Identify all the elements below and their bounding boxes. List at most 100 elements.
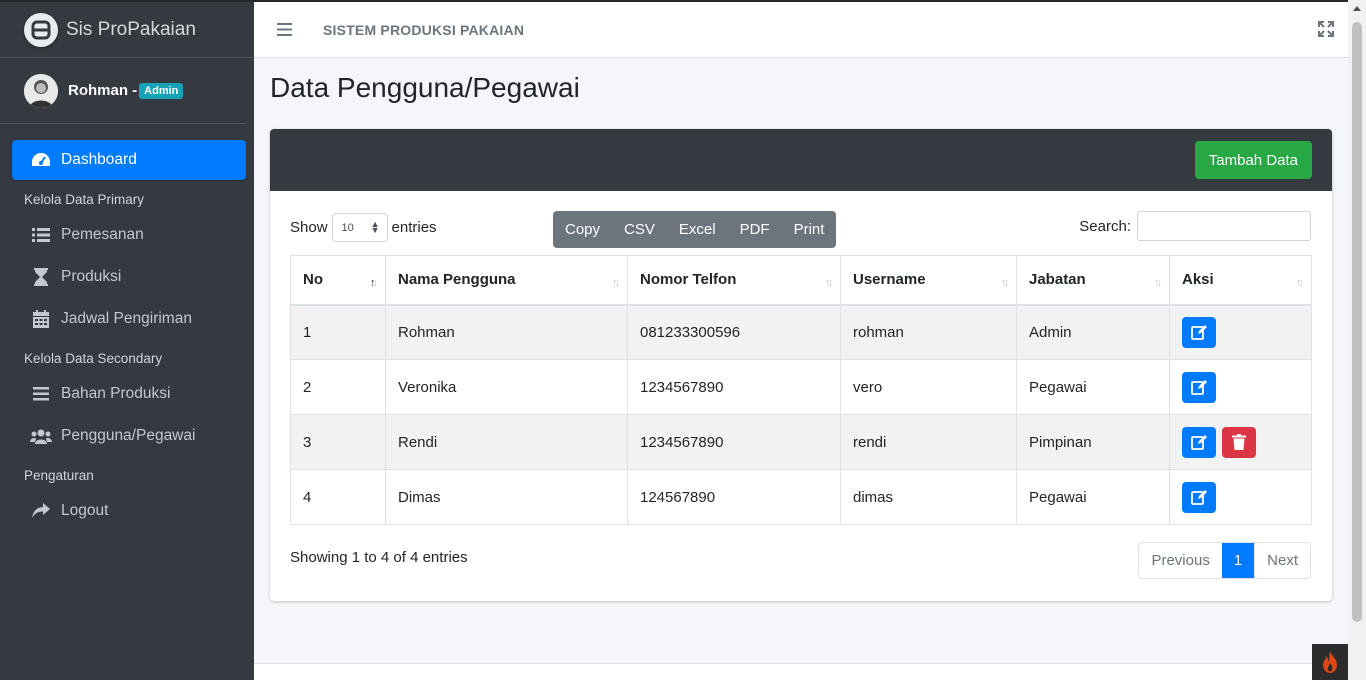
edit-icon	[1191, 325, 1207, 341]
sidebar-item-pemesanan[interactable]: Pemesanan	[12, 215, 246, 255]
edit-button[interactable]	[1182, 426, 1216, 458]
column-header-username[interactable]: Username ↑↓	[840, 255, 1017, 306]
export-button-group: Copy CSV Excel PDF Print	[553, 211, 837, 248]
edit-button[interactable]	[1182, 316, 1216, 348]
scroll-up-icon[interactable]	[1353, 6, 1361, 11]
hourglass-icon	[30, 267, 52, 287]
cell-telfon: 124567890	[627, 469, 841, 525]
cell-username: dimas	[840, 469, 1017, 525]
pagination: Previous 1 Next	[1138, 542, 1311, 579]
edit-button[interactable]	[1182, 371, 1216, 403]
page-scrollbar[interactable]	[1348, 0, 1366, 680]
cell-telfon: 1234567890	[627, 414, 841, 470]
cell-jabatan: Admin	[1016, 304, 1170, 360]
sort-icon: ↑↓	[1154, 277, 1162, 289]
search-input[interactable]	[1137, 211, 1311, 241]
sidebar-item-label: Dashboard	[61, 151, 137, 168]
cell-username: vero	[840, 359, 1017, 415]
column-label: Username	[853, 271, 926, 289]
cell-username: rendi	[840, 414, 1017, 470]
add-data-button[interactable]: Tambah Data	[1194, 141, 1312, 179]
app-title: SISTEM PRODUKSI PAKAIAN	[323, 21, 525, 38]
brand-link[interactable]: Sis ProPakaian	[0, 2, 254, 58]
sort-asc-icon: ↑↓	[370, 277, 378, 289]
nav-header-primary: Kelola Data Primary	[24, 192, 145, 207]
column-header-telfon[interactable]: Nomor Telfon ↑↓	[627, 255, 841, 306]
table-row: 3 Rendi 1234567890 rendi Pimpinan	[290, 414, 1312, 470]
delete-button[interactable]	[1222, 426, 1257, 458]
column-label: No	[303, 271, 323, 289]
page-size-control: Show 10 ▲ ▼ entries	[290, 213, 437, 242]
page-button-current[interactable]: 1	[1221, 543, 1255, 578]
sidebar-item-dashboard[interactable]: Dashboard	[12, 140, 246, 180]
brand-logo-icon	[24, 12, 58, 47]
card-header: Tambah Data	[270, 129, 1332, 191]
cell-jabatan: Pegawai	[1016, 359, 1170, 415]
cell-no: 1	[290, 304, 386, 360]
calendar-icon	[30, 309, 52, 329]
print-button[interactable]: Print	[782, 211, 837, 248]
previous-button[interactable]: Previous	[1139, 543, 1221, 578]
sort-icon: ↑↓	[1296, 277, 1304, 289]
search-label: Search:	[1079, 217, 1131, 235]
column-label: Nomor Telfon	[640, 271, 737, 289]
sidebar-item-jadwal-pengiriman[interactable]: Jadwal Pengiriman	[12, 299, 246, 339]
column-header-aksi[interactable]: Aksi ↑↓	[1169, 255, 1312, 306]
csv-button[interactable]: CSV	[612, 211, 667, 248]
entries-label: entries	[391, 219, 437, 236]
cell-jabatan: Pegawai	[1016, 469, 1170, 525]
cell-no: 2	[290, 359, 386, 415]
list-icon	[30, 225, 52, 245]
column-label: Aksi	[1182, 271, 1214, 289]
brand-name: Sis ProPakaian	[66, 18, 196, 40]
table-info: Showing 1 to 4 of 4 entries	[290, 549, 468, 566]
cell-telfon: 081233300596	[627, 304, 841, 360]
edit-button[interactable]	[1182, 481, 1216, 513]
top-navbar: SISTEM PRODUKSI PAKAIAN	[254, 0, 1348, 58]
avatar[interactable]	[24, 73, 58, 108]
excel-button[interactable]: Excel	[667, 211, 728, 248]
page-title: Data Pengguna/Pegawai	[270, 72, 580, 103]
menu-toggle-icon[interactable]	[277, 23, 292, 36]
fullscreen-icon[interactable]	[1318, 21, 1334, 42]
scrollbar-thumb[interactable]	[1352, 22, 1362, 622]
cell-aksi	[1169, 304, 1312, 360]
cell-jabatan: Pimpinan	[1016, 414, 1170, 470]
sidebar-item-label: Logout	[61, 502, 109, 519]
cell-aksi	[1169, 469, 1312, 525]
cell-telfon: 1234567890	[627, 359, 841, 415]
column-header-no[interactable]: No ↑↓	[290, 255, 386, 306]
sidebar-item-logout[interactable]: Logout	[12, 491, 246, 531]
table-row: 4 Dimas 124567890 dimas Pegawai	[290, 469, 1312, 525]
cell-aksi	[1169, 359, 1312, 415]
cell-nama: Dimas	[385, 469, 628, 525]
tachometer-icon	[30, 150, 52, 170]
column-label: Jabatan	[1029, 271, 1086, 289]
sidebar-item-produksi[interactable]: Produksi	[12, 257, 246, 297]
data-card: Tambah Data Show 10 ▲ ▼ entries Copy CSV …	[270, 129, 1332, 601]
cell-nama: Rendi	[385, 414, 628, 470]
column-header-nama[interactable]: Nama Pengguna ↑↓	[385, 255, 628, 306]
pdf-button[interactable]: PDF	[728, 211, 782, 248]
copy-button[interactable]: Copy	[553, 211, 612, 248]
codeigniter-flame-icon[interactable]	[1312, 644, 1348, 680]
user-name[interactable]: Rohman -	[68, 82, 137, 99]
trash-icon	[1232, 434, 1247, 450]
cell-no: 3	[290, 414, 386, 470]
sidebar-item-pengguna-pegawai[interactable]: Pengguna/Pegawai	[12, 416, 246, 456]
column-header-jabatan[interactable]: Jabatan ↑↓	[1016, 255, 1170, 306]
edit-icon	[1191, 490, 1207, 505]
sidebar-item-label: Jadwal Pengiriman	[61, 310, 192, 327]
cell-nama: Rohman	[385, 304, 628, 360]
cell-nama: Veronika	[385, 359, 628, 415]
sidebar-item-label: Pengguna/Pegawai	[61, 427, 196, 444]
table-row: 1 Rohman 081233300596 rohman Admin	[290, 304, 1312, 360]
share-icon	[30, 501, 52, 521]
sidebar-nav: Dashboard Kelola Data Primary Pemesanan …	[0, 124, 254, 531]
cell-no: 4	[290, 469, 386, 525]
next-button[interactable]: Next	[1254, 543, 1310, 578]
column-label: Nama Pengguna	[398, 271, 516, 289]
sidebar-item-bahan-produksi[interactable]: Bahan Produksi	[12, 374, 246, 414]
page-size-select[interactable]: 10 ▲ ▼	[331, 213, 388, 242]
nav-header-secondary: Kelola Data Secondary	[24, 351, 163, 366]
